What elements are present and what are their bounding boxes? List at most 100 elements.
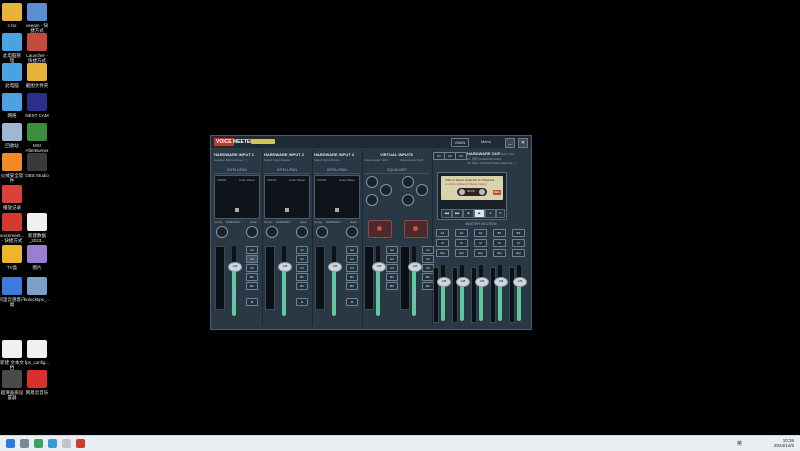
bus-button-a3[interactable]: A3: [386, 264, 398, 272]
master-eq-button[interactable]: EQ: [474, 249, 487, 257]
input-title[interactable]: HARDWARE INPUT 2: [264, 152, 304, 157]
input-title[interactable]: HARDWARE INPUT 1: [214, 152, 254, 157]
fader-handle[interactable]: 0dB: [278, 262, 292, 272]
bus-button-b2[interactable]: B2: [346, 282, 358, 290]
bus-button-a3[interactable]: A3: [346, 264, 358, 272]
master-fader-handle[interactable]: 0dB: [513, 277, 527, 287]
cassette-label[interactable]: Click to Select Audio file for Playback …: [441, 176, 503, 200]
gate-knob[interactable]: [246, 226, 258, 238]
clock[interactable]: 10:38 2023/12/5: [774, 438, 794, 448]
rewind-button[interactable]: ◀◀: [441, 209, 452, 218]
bus-button-a1[interactable]: A1: [246, 246, 258, 254]
bus-button-b2[interactable]: B2: [246, 282, 258, 290]
gate-knob[interactable]: [296, 226, 308, 238]
eq-mid-knob[interactable]: [380, 184, 392, 196]
bus-button-a2[interactable]: A2: [346, 255, 358, 263]
device-line-2[interactable]: A2: DELL P2419H (NVIDIA High Def...): [467, 161, 516, 165]
eq-mid-knob[interactable]: [416, 184, 428, 196]
bus-button-b1[interactable]: B1: [296, 273, 308, 281]
input-device[interactable]: Select Input Device: [264, 158, 290, 162]
bus-button-a1[interactable]: A1: [346, 246, 358, 254]
bus-button-a1[interactable]: A1: [296, 246, 308, 254]
voicemeeter-taskbar-icon[interactable]: [76, 439, 85, 448]
bus-button-a3[interactable]: A3: [296, 264, 308, 272]
vban-button[interactable]: VBAN: [451, 138, 469, 147]
master-bus-label[interactable]: A1: [436, 229, 449, 237]
master-mono-button[interactable]: M: [512, 239, 525, 247]
master-bus-label[interactable]: B1: [493, 229, 506, 237]
master-mono-button[interactable]: M: [493, 239, 506, 247]
browser-icon[interactable]: [48, 439, 57, 448]
desktop-shortcut[interactable]: 网易云音乐: [17, 370, 57, 395]
master-fader-handle[interactable]: 0dB: [494, 277, 508, 287]
fader-handle[interactable]: 0dB: [328, 262, 342, 272]
menu-button[interactable]: Menu: [477, 138, 495, 145]
desktop-shortcut[interactable]: veeam - 快 捷方式: [17, 3, 57, 33]
comp-knob[interactable]: [216, 226, 228, 238]
fader-handle[interactable]: 0dB: [408, 262, 422, 272]
eq-treble-knob[interactable]: [366, 176, 378, 188]
input-device[interactable]: Select Input Device: [314, 158, 340, 162]
desktop-shortcut[interactable]: 图片: [17, 245, 57, 270]
master-mono-button[interactable]: M: [474, 239, 487, 247]
intellipan-display[interactable]: VOICE Color Panel: [264, 175, 310, 219]
desktop-shortcut[interactable]: NEXT CAM: [17, 93, 57, 118]
mute-button[interactable]: M: [246, 298, 258, 306]
master-fader-track[interactable]: [460, 265, 464, 321]
master-bus-label[interactable]: B2: [512, 229, 525, 237]
play-button[interactable]: ▶: [474, 209, 485, 218]
master-fader-track[interactable]: [517, 265, 521, 321]
cassette-recorder[interactable]: Click to Select Audio file for Playback …: [437, 172, 507, 220]
master-eq-button[interactable]: EQ: [436, 249, 449, 257]
app-icon-1[interactable]: [34, 439, 43, 448]
gate-knob[interactable]: [346, 226, 358, 238]
close-button[interactable]: ✕: [518, 138, 528, 148]
fader-track[interactable]: [282, 246, 286, 316]
master-eq-button[interactable]: EQ: [493, 249, 506, 257]
mute-button[interactable]: M: [296, 298, 308, 306]
master-fader-handle[interactable]: 0dB: [437, 277, 451, 287]
intellipan-display[interactable]: VOICE Color Panel: [314, 175, 360, 219]
bus-button-a2[interactable]: A2: [296, 255, 308, 263]
virtual-mute-panel[interactable]: [404, 220, 428, 238]
master-fader-track[interactable]: [479, 265, 483, 321]
master-bus-label[interactable]: A2: [455, 229, 468, 237]
settings-icon[interactable]: [62, 439, 71, 448]
fader-track[interactable]: [232, 246, 236, 316]
intellipan-display[interactable]: VOICE Color Panel: [214, 175, 260, 219]
bus-button-a3[interactable]: A3: [246, 264, 258, 272]
master-fader-track[interactable]: [441, 265, 445, 321]
comp-knob[interactable]: [266, 226, 278, 238]
master-mono-button[interactable]: M: [436, 239, 449, 247]
master-fader-handle[interactable]: 0dB: [475, 277, 489, 287]
forward-button[interactable]: ▶▶: [452, 209, 463, 218]
desktop-shortcut[interactable]: 截图文件夹: [17, 63, 57, 88]
master-mono-button[interactable]: M: [455, 239, 468, 247]
fader-track[interactable]: [412, 246, 416, 316]
master-eq-button[interactable]: EQ: [455, 249, 468, 257]
start-icon[interactable]: [6, 439, 15, 448]
virtual-mute-panel[interactable]: [368, 220, 392, 238]
desktop-shortcut[interactable]: fps_config...: [17, 340, 57, 365]
bus-button-b1[interactable]: B1: [346, 273, 358, 281]
bus-button-a1[interactable]: A1: [386, 246, 398, 254]
eq-treble-knob[interactable]: [402, 176, 414, 188]
bus-button-b2[interactable]: B2: [296, 282, 308, 290]
desktop-shortcut[interactable]: 播放记录: [0, 185, 32, 210]
fader-handle[interactable]: 0dB: [228, 262, 242, 272]
eq-bass-knob[interactable]: [402, 194, 414, 206]
pan-cursor-icon[interactable]: [285, 208, 289, 212]
minimize-button[interactable]: _: [505, 138, 515, 148]
mute-button[interactable]: M: [346, 298, 358, 306]
loop-button[interactable]: ↻: [496, 209, 505, 218]
fader-handle[interactable]: 0dB: [372, 262, 386, 272]
desktop-shortcut[interactable]: Launcher - 快捷方式: [17, 33, 57, 63]
bus-button-b1[interactable]: B1: [386, 273, 398, 281]
ime-indicator[interactable]: 英: [737, 440, 742, 447]
eq-bass-knob[interactable]: [366, 194, 378, 206]
master-eq-button[interactable]: EQ: [512, 249, 525, 257]
master-fader-track[interactable]: [498, 265, 502, 321]
master-fader-handle[interactable]: 0dB: [456, 277, 470, 287]
title-bar[interactable]: VOICE MEETER VBAN Menu _ ✕: [211, 136, 531, 148]
bus-button-b1[interactable]: B1: [246, 273, 258, 281]
